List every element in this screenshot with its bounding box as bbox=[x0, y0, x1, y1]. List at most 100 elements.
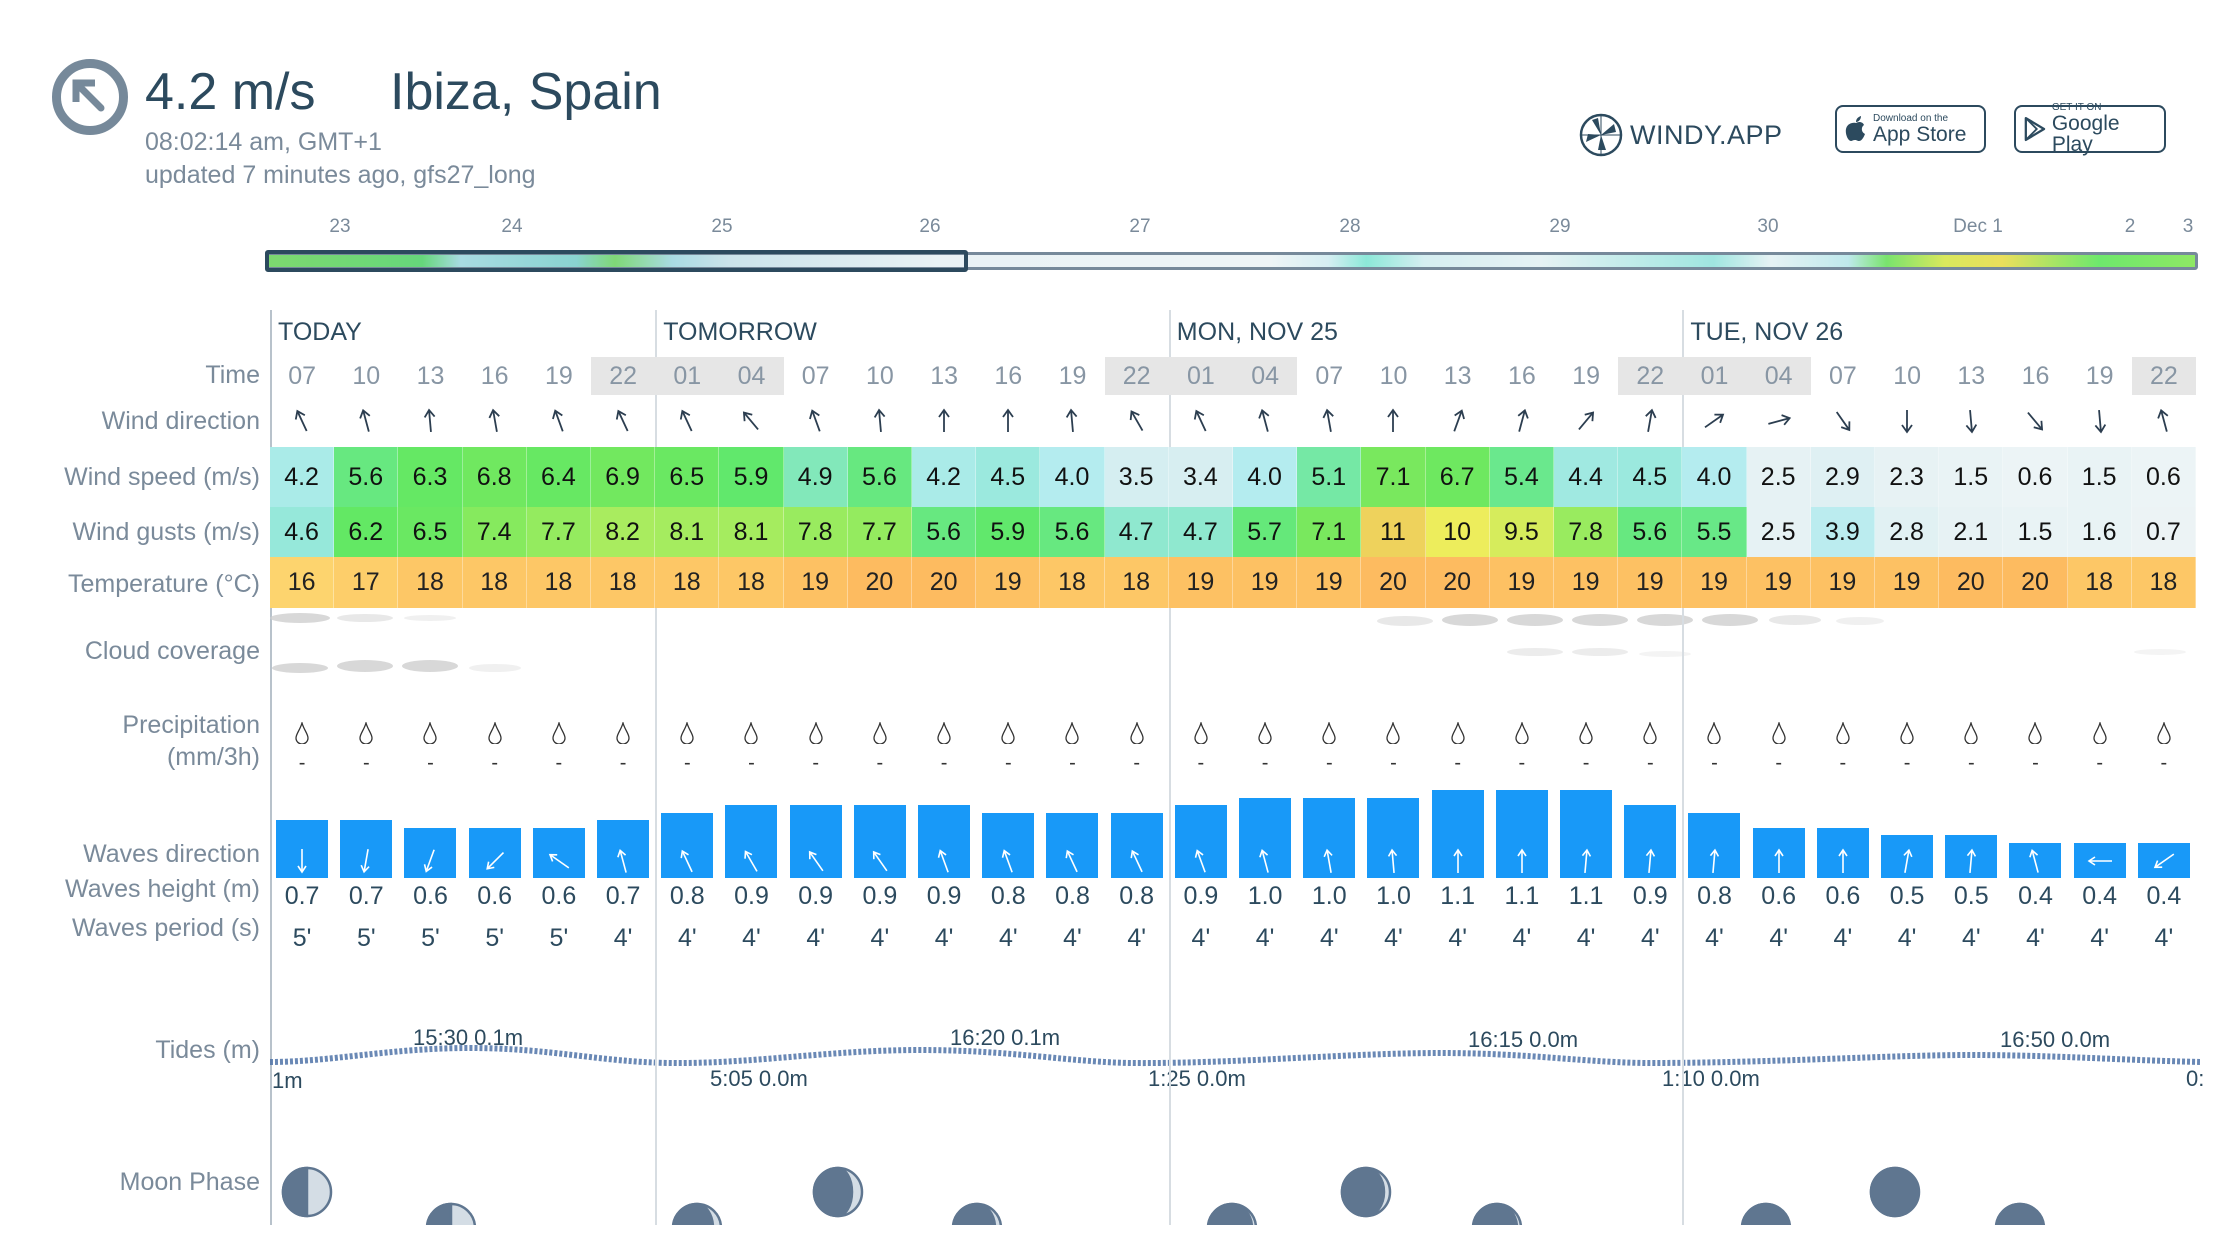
wave-period-value: 4' bbox=[1319, 924, 1339, 952]
precipitation-value: - bbox=[1903, 752, 1911, 774]
wind-direction-cell bbox=[1490, 403, 1554, 439]
app-store-button[interactable]: Download on the App Store bbox=[1835, 105, 1986, 153]
windy-app-logo[interactable]: WINDY.APP bbox=[1578, 112, 1783, 158]
rain-drop-icon bbox=[591, 722, 655, 746]
wind-gust-cell: 7.7 bbox=[847, 507, 912, 557]
tide-high-label: 15:30 0.1m bbox=[413, 1025, 524, 1050]
wave-direction-arrow-icon bbox=[1452, 848, 1463, 873]
temperature-cell: 19 bbox=[1746, 557, 1811, 608]
wave-height-bar bbox=[1881, 835, 1933, 878]
wind-arrow-icon bbox=[1965, 409, 1978, 434]
wind-arrow-icon bbox=[1645, 408, 1657, 432]
local-time: 08:02:14 am, GMT+1 bbox=[145, 128, 382, 156]
wave-height-bar bbox=[1239, 797, 1291, 878]
timeline-date-label[interactable]: 2 bbox=[2125, 216, 2136, 238]
wave-height-value: 0.9 bbox=[798, 882, 834, 910]
wave-height-value: 0.4 bbox=[2146, 882, 2182, 910]
rain-drop-icon bbox=[1105, 722, 1169, 746]
rain-drop-icon bbox=[976, 722, 1040, 746]
moon-phase-row bbox=[0, 1150, 2216, 1225]
timeline-date-label[interactable]: 29 bbox=[1549, 216, 1570, 238]
wave-height-value: 1.1 bbox=[1504, 882, 1540, 910]
wind-arrow-icon bbox=[2157, 408, 2169, 432]
timeline-date-label[interactable]: 3 bbox=[2183, 216, 2194, 238]
wind-gust-cell: 5.7 bbox=[1233, 507, 1298, 557]
wind-gust-cell: 10 bbox=[1425, 507, 1490, 557]
wave-height-bar bbox=[1495, 790, 1548, 878]
timeline-date-label[interactable]: Dec 1 bbox=[1953, 216, 2003, 238]
wave-direction-arrow-icon bbox=[2087, 856, 2112, 866]
temperature-cell: 18 bbox=[591, 557, 656, 608]
rain-drop-icon bbox=[1426, 722, 1490, 746]
time-cell: 04 bbox=[1746, 357, 1811, 395]
wind-arrow-icon bbox=[1066, 408, 1078, 433]
wave-direction-arrow-icon bbox=[485, 851, 504, 870]
wave-height-value: 0.7 bbox=[348, 882, 384, 910]
wave-period-value: 5' bbox=[292, 924, 312, 952]
rain-drop-icon bbox=[398, 722, 462, 746]
precipitation-value: - bbox=[1133, 752, 1141, 774]
wind-gust-cell: 2.8 bbox=[1875, 507, 1940, 557]
wave-direction-arrow-icon bbox=[1517, 848, 1527, 873]
wind-gust-cell: 8.2 bbox=[591, 507, 656, 557]
wave-period-value: 4' bbox=[1127, 924, 1147, 952]
wind-arrow-icon bbox=[2027, 411, 2044, 431]
timeline-date-label[interactable]: 24 bbox=[501, 216, 522, 238]
wind-speed-cell: 5.4 bbox=[1489, 447, 1554, 507]
time-cell: 13 bbox=[1957, 362, 1986, 390]
precipitation-value: - bbox=[1325, 752, 1333, 774]
rain-drop-icon bbox=[784, 722, 848, 746]
moon-icon bbox=[671, 1202, 723, 1225]
wave-period-value: 4' bbox=[1384, 924, 1403, 952]
wave-height-value: 0.8 bbox=[1119, 882, 1155, 910]
wind-arrow-icon bbox=[359, 408, 371, 432]
wind-direction-cell bbox=[270, 403, 334, 439]
wind-direction-cell bbox=[719, 403, 783, 439]
precipitation-value: - bbox=[748, 752, 755, 774]
wind-speed-cell: 4.0 bbox=[1682, 447, 1747, 507]
wind-arrow-icon bbox=[615, 409, 629, 432]
wind-speed-cell: 3.4 bbox=[1168, 447, 1233, 507]
location-title: Ibiza, Spain bbox=[390, 63, 662, 121]
timeline-selection-handle[interactable] bbox=[265, 250, 968, 272]
google-play-button[interactable]: GET IT ON Google Play bbox=[2014, 103, 2166, 155]
time-cell: 16 bbox=[480, 362, 509, 390]
wind-direction-cell bbox=[976, 403, 1040, 439]
timeline-date-label[interactable]: 26 bbox=[919, 216, 940, 238]
tide-low-label: 0: bbox=[2186, 1066, 2205, 1091]
rain-drop-icon bbox=[912, 722, 976, 746]
timeline-date-label[interactable]: 25 bbox=[711, 216, 732, 238]
wind-direction-cell bbox=[848, 403, 912, 439]
timeline-date-label[interactable]: 28 bbox=[1339, 216, 1360, 238]
timeline-date-label[interactable]: 27 bbox=[1129, 216, 1150, 238]
appstore-label: App Store bbox=[1873, 122, 1967, 146]
precipitation-value: - bbox=[683, 752, 691, 774]
time-cell: 01 bbox=[655, 357, 720, 395]
wind-gust-cell: 1.5 bbox=[2003, 507, 2068, 557]
wave-height-value: 1.1 bbox=[1568, 882, 1604, 910]
day-header: TOMORROW bbox=[663, 318, 817, 346]
wave-period-value: 4' bbox=[613, 924, 633, 952]
tide-low-label: 1:10 0.0m bbox=[1662, 1066, 1760, 1091]
wind-speed-cell: 2.5 bbox=[1746, 447, 1811, 507]
timeline-date-label[interactable]: 30 bbox=[1757, 216, 1778, 238]
moon-icon bbox=[281, 1166, 333, 1218]
wave-direction-arrow-icon bbox=[744, 850, 759, 872]
wind-arrow-icon bbox=[1193, 409, 1207, 432]
wave-period-value: 4' bbox=[2026, 924, 2045, 952]
cloud-coverage-strip bbox=[270, 613, 2186, 673]
wave-period-value: 4' bbox=[2090, 924, 2110, 952]
wave-direction-arrow-icon bbox=[1388, 848, 1398, 874]
wave-period-value: 4' bbox=[742, 924, 761, 952]
wave-direction-arrow-icon bbox=[617, 848, 627, 873]
temperature-cell: 20 bbox=[847, 557, 912, 608]
wave-direction-arrow-icon bbox=[937, 849, 949, 873]
wind-direction-cell bbox=[1875, 403, 1939, 439]
rain-drop-icon bbox=[527, 722, 591, 746]
wind-arrow-icon bbox=[1901, 410, 1913, 434]
time-cell: 07 bbox=[1315, 362, 1344, 390]
wave-height-bar bbox=[1174, 805, 1227, 878]
timeline-date-label[interactable]: 23 bbox=[329, 216, 350, 238]
wave-period-value: 5' bbox=[356, 924, 376, 952]
wave-direction-arrow-icon bbox=[2153, 853, 2175, 869]
